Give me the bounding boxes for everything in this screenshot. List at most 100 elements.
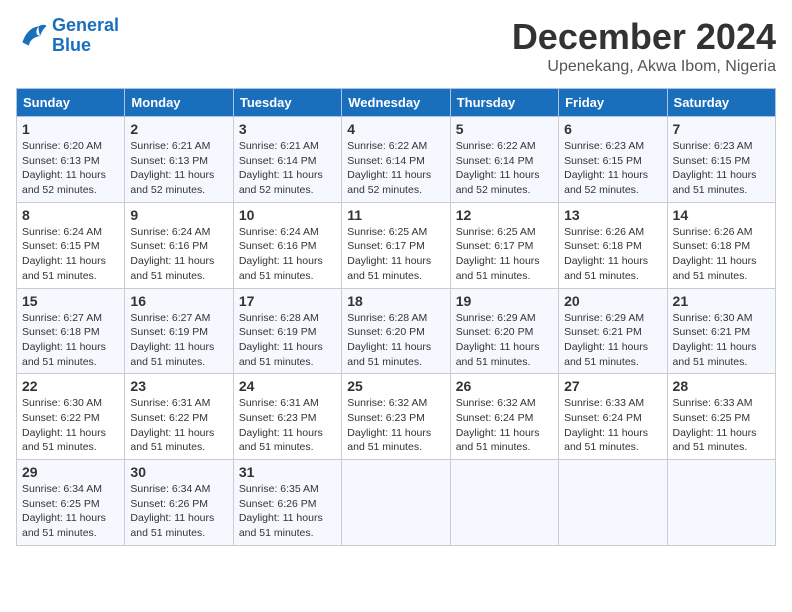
calendar-header-row: SundayMondayTuesdayWednesdayThursdayFrid… <box>17 89 776 117</box>
calendar-cell: 13Sunrise: 6:26 AMSunset: 6:18 PMDayligh… <box>559 202 667 288</box>
cell-info: Sunrise: 6:27 AMSunset: 6:19 PMDaylight:… <box>130 311 227 370</box>
day-number: 9 <box>130 207 227 223</box>
calendar-cell: 25Sunrise: 6:32 AMSunset: 6:23 PMDayligh… <box>342 374 450 460</box>
calendar-cell: 11 Sunrise: 6:25 AMSunset: 6:17 PMDayligh… <box>342 202 450 288</box>
calendar-cell: 14 Sunrise: 6:26 AMSunset: 6:18 PMDayligh… <box>667 202 775 288</box>
day-number: 6 <box>564 121 661 137</box>
cell-info: Sunrise: 6:34 AMSunset: 6:26 PMDaylight:… <box>130 482 227 541</box>
calendar-table: SundayMondayTuesdayWednesdayThursdayFrid… <box>16 88 776 546</box>
cell-info: Sunrise: 6:23 AMSunset: 6:15 PMDaylight:… <box>673 139 770 198</box>
day-number: 5 <box>456 121 553 137</box>
cell-info: Sunrise: 6:29 AMSunset: 6:21 PMDaylight:… <box>564 311 661 370</box>
cell-info: Sunrise: 6:28 AMSunset: 6:19 PMDaylight:… <box>239 311 336 370</box>
day-header-saturday: Saturday <box>667 89 775 117</box>
cell-info: Sunrise: 6:25 AMSunset: 6:17 PMDaylight:… <box>456 225 553 284</box>
day-number: 7 <box>673 121 770 137</box>
calendar-cell: 29 Sunrise: 6:34 AMSunset: 6:25 PMDayligh… <box>17 460 125 546</box>
day-number: 4 <box>347 121 444 137</box>
cell-info: Sunrise: 6:22 AMSunset: 6:14 PMDaylight:… <box>347 139 444 198</box>
day-number: 28 <box>673 378 770 394</box>
calendar-cell <box>450 460 558 546</box>
calendar-body: 1Sunrise: 6:20 AMSunset: 6:13 PMDaylight… <box>17 117 776 546</box>
calendar-cell: 9Sunrise: 6:24 AMSunset: 6:16 PMDaylight… <box>125 202 233 288</box>
day-header-thursday: Thursday <box>450 89 558 117</box>
day-number: 22 <box>22 378 119 394</box>
calendar-cell: 20 Sunrise: 6:29 AMSunset: 6:21 PMDayligh… <box>559 288 667 374</box>
calendar-week-row: 29 Sunrise: 6:34 AMSunset: 6:25 PMDayligh… <box>17 460 776 546</box>
cell-info: Sunrise: 6:27 AMSunset: 6:18 PMDaylight:… <box>22 311 119 370</box>
cell-info: Sunrise: 6:31 AMSunset: 6:23 PMDaylight:… <box>239 396 336 455</box>
calendar-cell: 24Sunrise: 6:31 AMSunset: 6:23 PMDayligh… <box>233 374 341 460</box>
day-header-sunday: Sunday <box>17 89 125 117</box>
logo-text: General Blue <box>52 16 119 56</box>
day-number: 29 <box>22 464 119 480</box>
calendar-cell: 22Sunrise: 6:30 AMSunset: 6:22 PMDayligh… <box>17 374 125 460</box>
day-number: 17 <box>239 293 336 309</box>
calendar-cell: 21 Sunrise: 6:30 AMSunset: 6:21 PMDayligh… <box>667 288 775 374</box>
calendar-cell: 16 Sunrise: 6:27 AMSunset: 6:19 PMDayligh… <box>125 288 233 374</box>
calendar-cell: 3 Sunrise: 6:21 AMSunset: 6:14 PMDaylight… <box>233 117 341 203</box>
title-block: December 2024 Upenekang, Akwa Ibom, Nige… <box>512 16 776 76</box>
calendar-cell <box>667 460 775 546</box>
day-header-wednesday: Wednesday <box>342 89 450 117</box>
day-number: 26 <box>456 378 553 394</box>
page-header: General Blue December 2024 Upenekang, Ak… <box>16 16 776 76</box>
calendar-cell: 17 Sunrise: 6:28 AMSunset: 6:19 PMDayligh… <box>233 288 341 374</box>
day-number: 8 <box>22 207 119 223</box>
calendar-cell: 6 Sunrise: 6:23 AMSunset: 6:15 PMDaylight… <box>559 117 667 203</box>
cell-info: Sunrise: 6:26 AMSunset: 6:18 PMDaylight:… <box>673 225 770 284</box>
calendar-cell: 12 Sunrise: 6:25 AMSunset: 6:17 PMDayligh… <box>450 202 558 288</box>
calendar-week-row: 15Sunrise: 6:27 AMSunset: 6:18 PMDayligh… <box>17 288 776 374</box>
calendar-cell: 18 Sunrise: 6:28 AMSunset: 6:20 PMDayligh… <box>342 288 450 374</box>
day-number: 23 <box>130 378 227 394</box>
day-number: 12 <box>456 207 553 223</box>
calendar-cell: 8 Sunrise: 6:24 AMSunset: 6:15 PMDaylight… <box>17 202 125 288</box>
cell-info: Sunrise: 6:33 AMSunset: 6:25 PMDaylight:… <box>673 396 770 455</box>
calendar-cell: 27 Sunrise: 6:33 AMSunset: 6:24 PMDayligh… <box>559 374 667 460</box>
calendar-week-row: 1Sunrise: 6:20 AMSunset: 6:13 PMDaylight… <box>17 117 776 203</box>
calendar-cell <box>559 460 667 546</box>
calendar-cell: 19 Sunrise: 6:29 AMSunset: 6:20 PMDayligh… <box>450 288 558 374</box>
cell-info: Sunrise: 6:26 AMSunset: 6:18 PMDaylight:… <box>564 225 661 284</box>
cell-info: Sunrise: 6:31 AMSunset: 6:22 PMDaylight:… <box>130 396 227 455</box>
calendar-cell: 26Sunrise: 6:32 AMSunset: 6:24 PMDayligh… <box>450 374 558 460</box>
cell-info: Sunrise: 6:20 AMSunset: 6:13 PMDaylight:… <box>22 139 119 198</box>
calendar-cell: 5Sunrise: 6:22 AMSunset: 6:14 PMDaylight… <box>450 117 558 203</box>
calendar-cell: 2Sunrise: 6:21 AMSunset: 6:13 PMDaylight… <box>125 117 233 203</box>
day-number: 10 <box>239 207 336 223</box>
day-number: 21 <box>673 293 770 309</box>
cell-info: Sunrise: 6:35 AMSunset: 6:26 PMDaylight:… <box>239 482 336 541</box>
cell-info: Sunrise: 6:21 AMSunset: 6:14 PMDaylight:… <box>239 139 336 198</box>
cell-info: Sunrise: 6:30 AMSunset: 6:21 PMDaylight:… <box>673 311 770 370</box>
day-number: 19 <box>456 293 553 309</box>
cell-info: Sunrise: 6:34 AMSunset: 6:25 PMDaylight:… <box>22 482 119 541</box>
cell-info: Sunrise: 6:25 AMSunset: 6:17 PMDaylight:… <box>347 225 444 284</box>
logo: General Blue <box>16 16 119 56</box>
day-number: 14 <box>673 207 770 223</box>
calendar-cell: 30 Sunrise: 6:34 AMSunset: 6:26 PMDayligh… <box>125 460 233 546</box>
calendar-cell: 1Sunrise: 6:20 AMSunset: 6:13 PMDaylight… <box>17 117 125 203</box>
day-header-monday: Monday <box>125 89 233 117</box>
day-number: 18 <box>347 293 444 309</box>
calendar-cell: 7 Sunrise: 6:23 AMSunset: 6:15 PMDaylight… <box>667 117 775 203</box>
cell-info: Sunrise: 6:29 AMSunset: 6:20 PMDaylight:… <box>456 311 553 370</box>
calendar-cell: 15Sunrise: 6:27 AMSunset: 6:18 PMDayligh… <box>17 288 125 374</box>
calendar-cell: 10Sunrise: 6:24 AMSunset: 6:16 PMDayligh… <box>233 202 341 288</box>
calendar-cell <box>342 460 450 546</box>
cell-info: Sunrise: 6:33 AMSunset: 6:24 PMDaylight:… <box>564 396 661 455</box>
day-header-tuesday: Tuesday <box>233 89 341 117</box>
calendar-cell: 23 Sunrise: 6:31 AMSunset: 6:22 PMDayligh… <box>125 374 233 460</box>
cell-info: Sunrise: 6:24 AMSunset: 6:15 PMDaylight:… <box>22 225 119 284</box>
day-number: 3 <box>239 121 336 137</box>
cell-info: Sunrise: 6:21 AMSunset: 6:13 PMDaylight:… <box>130 139 227 198</box>
cell-info: Sunrise: 6:28 AMSunset: 6:20 PMDaylight:… <box>347 311 444 370</box>
day-number: 30 <box>130 464 227 480</box>
day-number: 20 <box>564 293 661 309</box>
logo-icon <box>16 20 48 52</box>
day-number: 16 <box>130 293 227 309</box>
month-title: December 2024 <box>512 16 776 58</box>
day-number: 11 <box>347 207 444 223</box>
calendar-cell: 28 Sunrise: 6:33 AMSunset: 6:25 PMDayligh… <box>667 374 775 460</box>
cell-info: Sunrise: 6:23 AMSunset: 6:15 PMDaylight:… <box>564 139 661 198</box>
day-number: 27 <box>564 378 661 394</box>
